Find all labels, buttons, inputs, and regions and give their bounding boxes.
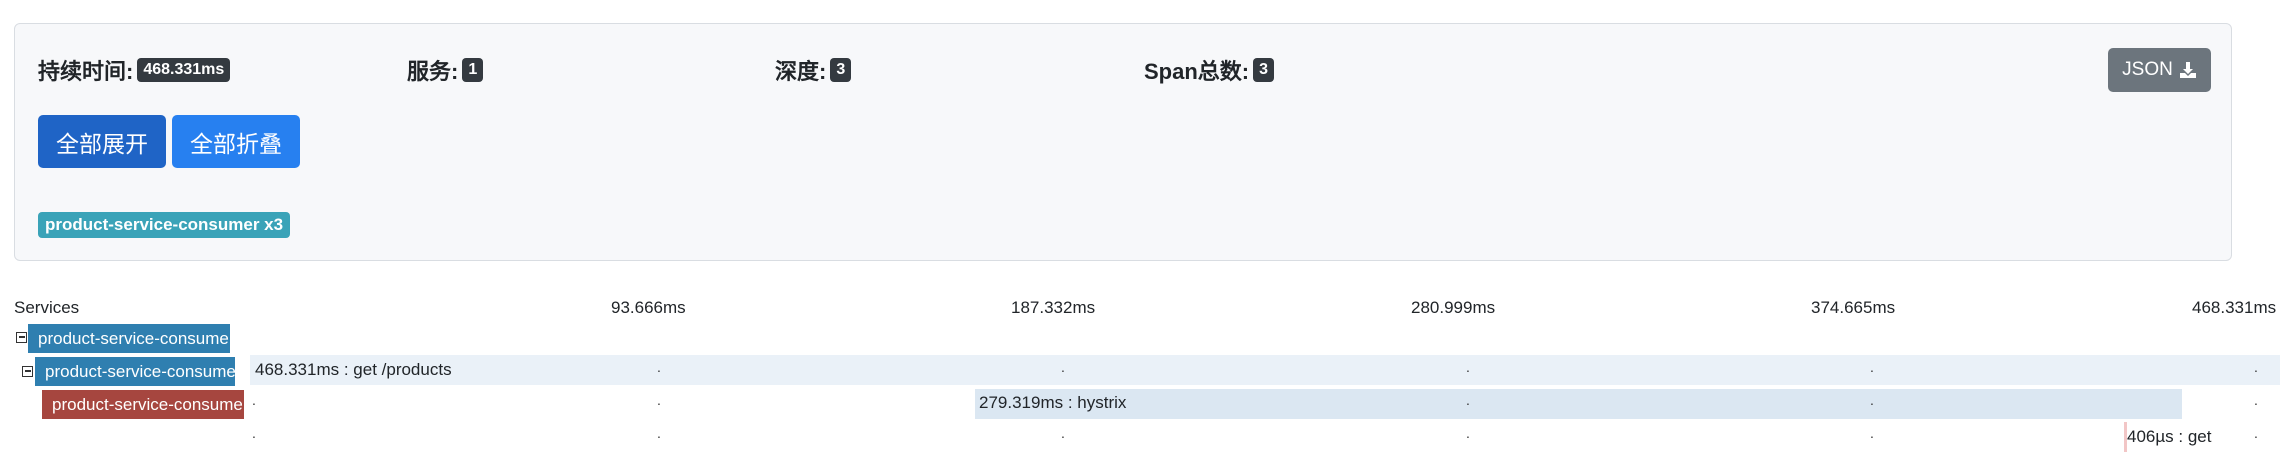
tick-label: 93.666ms [611,298,686,317]
collapse-toggle-icon[interactable] [22,366,33,377]
service-name[interactable]: product-service-consumer [28,324,230,353]
download-icon [2179,62,2196,78]
grid-dot: . [1466,392,1470,408]
duration-stat: 持续时间: 468.331ms [38,54,231,86]
grid-dot: . [1061,359,1065,375]
grid-dot: . [252,392,256,408]
tick-label: 280.999ms [1411,298,1496,317]
span-total-label: Span总数: [1144,59,1250,84]
span-total-stat: Span总数: 3 [1144,54,1275,86]
json-button-label: JSON [2122,59,2173,80]
grid-dot: . [252,425,256,441]
span-bar[interactable] [250,355,2280,385]
grid-dot: . [1870,425,1874,441]
span-total-badge: 3 [1253,58,1275,82]
depth-label: 深度: [775,59,827,84]
grid-dot: . [1466,359,1470,375]
trace-summary-panel: 持续时间: 468.331ms 服务: 1 深度: 3 Span总数: 3 JS… [14,23,2232,261]
collapse-toggle-icon[interactable] [16,332,27,343]
service-name[interactable]: product-service-consumer [35,357,235,386]
grid-dot: . [657,425,661,441]
span-label: 406µs : get [2127,427,2212,446]
depth-stat: 深度: 3 [775,54,852,86]
expand-all-button[interactable]: 全部展开 [38,115,166,168]
grid-dot: . [2254,359,2258,375]
grid-dot: . [1466,425,1470,441]
grid-dot: . [1061,425,1065,441]
span-bar[interactable] [975,389,2182,419]
span-label: 468.331ms : get /products [255,360,452,379]
grid-dot: . [1870,359,1874,375]
grid-dot: . [657,392,661,408]
services-header: Services [14,298,80,317]
services-label: 服务: [407,59,459,84]
tick-label: 468.331ms [2192,298,2277,317]
depth-badge: 3 [830,58,852,82]
grid-dot: . [1870,392,1874,408]
service-name[interactable]: product-service-consumer [42,390,244,419]
duration-label: 持续时间: [38,59,134,84]
tick-label: 187.332ms [1011,298,1096,317]
collapse-all-button[interactable]: 全部折叠 [172,115,300,168]
duration-badge: 468.331ms [137,58,231,82]
grid-dot: . [2254,392,2258,408]
services-stat: 服务: 1 [407,54,484,86]
grid-dot: . [2254,425,2258,441]
service-count-tag[interactable]: product-service-consumer x3 [38,212,291,238]
span-label: 279.319ms : hystrix [979,393,1127,412]
tick-label: 374.665ms [1811,298,1896,317]
services-badge: 1 [462,58,484,82]
grid-dot: . [657,359,661,375]
json-download-button[interactable]: JSON [2108,48,2211,92]
